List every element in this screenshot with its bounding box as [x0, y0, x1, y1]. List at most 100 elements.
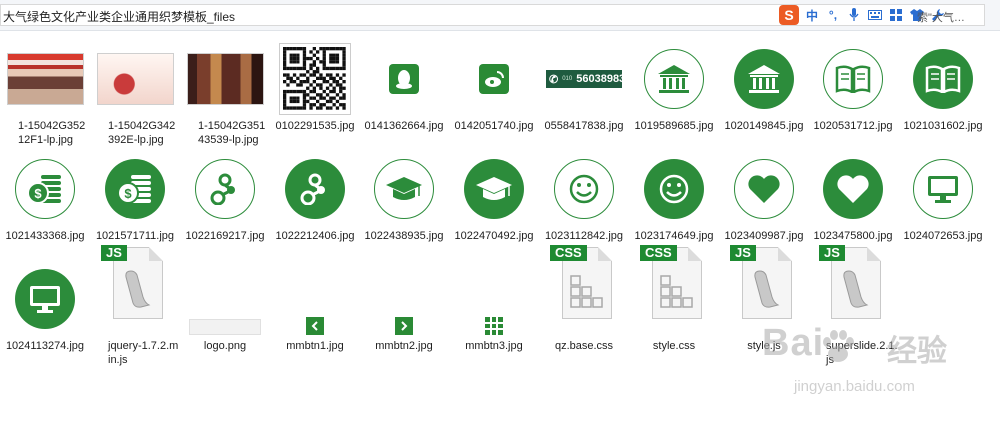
file-item[interactable]: $1021433368.jpg: [0, 141, 90, 251]
file-item[interactable]: CSS qz.base.css: [539, 245, 629, 361]
file-item[interactable]: 1-15042G35143539-lp.jpg: [180, 31, 270, 146]
file-type-tag: JS: [101, 245, 127, 261]
file-name-label[interactable]: style.css: [629, 339, 719, 353]
js-file-icon: JS: [819, 245, 887, 323]
file-thumbnail[interactable]: [180, 39, 270, 119]
file-item[interactable]: 1-15042G35212F1-lp.jpg: [0, 31, 90, 146]
file-name-label[interactable]: 0102291535.jpg: [270, 119, 360, 133]
file-thumbnail[interactable]: [270, 149, 360, 229]
file-thumbnail[interactable]: [808, 39, 898, 119]
file-thumbnail[interactable]: [719, 149, 809, 229]
file-item[interactable]: 1020531712.jpg: [808, 31, 898, 141]
file-thumbnail[interactable]: [180, 149, 270, 229]
file-name-label[interactable]: mmbtn2.jpg: [359, 339, 449, 353]
file-item[interactable]: JS jquery-1.7.2.min.js: [90, 245, 180, 366]
file-name-label[interactable]: 1021031602.jpg: [898, 119, 988, 133]
file-thumbnail[interactable]: [0, 259, 90, 339]
file-thumbnail[interactable]: [808, 149, 898, 229]
file-name-label[interactable]: 1022470492.jpg: [449, 229, 539, 243]
file-thumbnail[interactable]: CSS: [539, 245, 629, 337]
file-name-label[interactable]: 1023475800.jpg: [808, 229, 898, 243]
file-item[interactable]: $1021571711.jpg: [90, 141, 180, 251]
file-name-label[interactable]: 1019589685.jpg: [629, 119, 719, 133]
file-item[interactable]: 1023409987.jpg: [719, 141, 809, 251]
file-name-label[interactable]: 0141362664.jpg: [359, 119, 449, 133]
file-name-label[interactable]: 1023409987.jpg: [719, 229, 809, 243]
file-item[interactable]: 0142051740.jpg: [449, 31, 539, 141]
file-name-label[interactable]: qz.base.css: [539, 339, 629, 353]
file-thumbnail[interactable]: JS: [90, 245, 180, 337]
file-item[interactable]: 1-15042G342392E-lp.jpg: [90, 31, 180, 146]
file-thumbnail[interactable]: [629, 149, 719, 229]
file-item[interactable]: 0141362664.jpg: [359, 31, 449, 141]
file-item[interactable]: 1021031602.jpg: [898, 31, 988, 141]
file-name-label[interactable]: 1022169217.jpg: [180, 229, 270, 243]
file-name-label[interactable]: 1022212406.jpg: [270, 229, 360, 243]
file-item[interactable]: 1022212406.jpg: [270, 141, 360, 251]
file-thumbnail[interactable]: [719, 39, 809, 119]
file-thumbnail[interactable]: $: [90, 149, 180, 229]
file-name-label[interactable]: 1024072653.jpg: [898, 229, 988, 243]
file-thumbnail[interactable]: [359, 149, 449, 229]
file-name-label[interactable]: 1020531712.jpg: [808, 119, 898, 133]
address-path[interactable]: 大气绿色文化产业类企业通用织梦模板_files: [3, 8, 235, 25]
file-item[interactable]: 1024113274.jpg: [0, 251, 90, 361]
file-name-label[interactable]: 1021433368.jpg: [0, 229, 90, 243]
file-thumbnail[interactable]: [449, 39, 539, 119]
file-thumbnail[interactable]: [90, 39, 180, 119]
file-type-tag: CSS: [550, 245, 587, 261]
file-item[interactable]: CSS style.css: [629, 245, 719, 361]
file-thumbnail[interactable]: $: [0, 149, 90, 229]
css-file-icon: CSS: [550, 245, 618, 323]
file-name-label[interactable]: jquery-1.7.2.min.js: [90, 339, 180, 367]
file-item[interactable]: 1023174649.jpg: [629, 141, 719, 251]
file-item[interactable]: 1023112842.jpg: [539, 141, 629, 251]
search-field-text[interactable]: 索"大气…: [917, 9, 965, 25]
file-item[interactable]: 1022470492.jpg: [449, 141, 539, 251]
file-name-label[interactable]: 0558417838.jpg: [539, 119, 629, 133]
file-item[interactable]: logo.png: [180, 251, 270, 361]
file-thumbnail[interactable]: [270, 259, 360, 335]
file-item[interactable]: 1019589685.jpg: [629, 31, 719, 141]
file-thumbnail[interactable]: CSS: [629, 245, 719, 337]
ime-lang-toggle[interactable]: 中: [804, 6, 820, 24]
file-item[interactable]: 1022438935.jpg: [359, 141, 449, 251]
file-item[interactable]: 1022169217.jpg: [180, 141, 270, 251]
file-thumbnail[interactable]: [449, 149, 539, 229]
file-name-label[interactable]: 1021571711.jpg: [90, 229, 180, 243]
file-name-label[interactable]: 0142051740.jpg: [449, 119, 539, 133]
file-name-label[interactable]: 1022438935.jpg: [359, 229, 449, 243]
file-name-label[interactable]: mmbtn3.jpg: [449, 339, 539, 353]
file-thumbnail[interactable]: [539, 149, 629, 229]
sogou-logo-icon[interactable]: S: [779, 5, 799, 25]
file-thumbnail[interactable]: [180, 259, 270, 335]
file-item[interactable]: mmbtn3.jpg: [449, 251, 539, 361]
file-thumbnail[interactable]: [629, 39, 719, 119]
file-name-label[interactable]: logo.png: [180, 339, 270, 353]
file-thumbnail[interactable]: [898, 149, 988, 229]
file-thumbnail[interactable]: ✆ 010 56038983: [539, 39, 629, 119]
file-item[interactable]: 1023475800.jpg: [808, 141, 898, 251]
file-item[interactable]: 1020149845.jpg: [719, 31, 809, 141]
file-name-label[interactable]: 1024113274.jpg: [0, 339, 90, 353]
file-name-label[interactable]: mmbtn1.jpg: [270, 339, 360, 353]
file-thumbnail[interactable]: [449, 259, 539, 335]
file-thumbnail[interactable]: [0, 39, 90, 119]
file-item[interactable]: ✆ 010 56038983 0558417838.jpg: [539, 31, 629, 141]
grid-icon[interactable]: [888, 6, 904, 24]
file-item[interactable]: mmbtn2.jpg: [359, 251, 449, 361]
file-thumbnail[interactable]: [359, 39, 449, 119]
file-item[interactable]: 0102291535.jpg: [270, 31, 360, 141]
file-thumbnail[interactable]: [359, 259, 449, 335]
file-item[interactable]: mmbtn1.jpg: [270, 251, 360, 361]
microphone-icon[interactable]: [846, 6, 862, 24]
file-name-label[interactable]: 1023112842.jpg: [539, 229, 629, 243]
file-name-label[interactable]: 1020149845.jpg: [719, 119, 809, 133]
keyboard-icon[interactable]: [867, 6, 883, 24]
file-thumbnail[interactable]: [898, 39, 988, 119]
ime-punctuation-toggle[interactable]: °,: [825, 6, 841, 24]
file-item[interactable]: 1024072653.jpg: [898, 141, 988, 251]
file-name-label[interactable]: 1023174649.jpg: [629, 229, 719, 243]
file-thumbnail[interactable]: [270, 39, 360, 119]
weibo-icon: [479, 64, 509, 94]
